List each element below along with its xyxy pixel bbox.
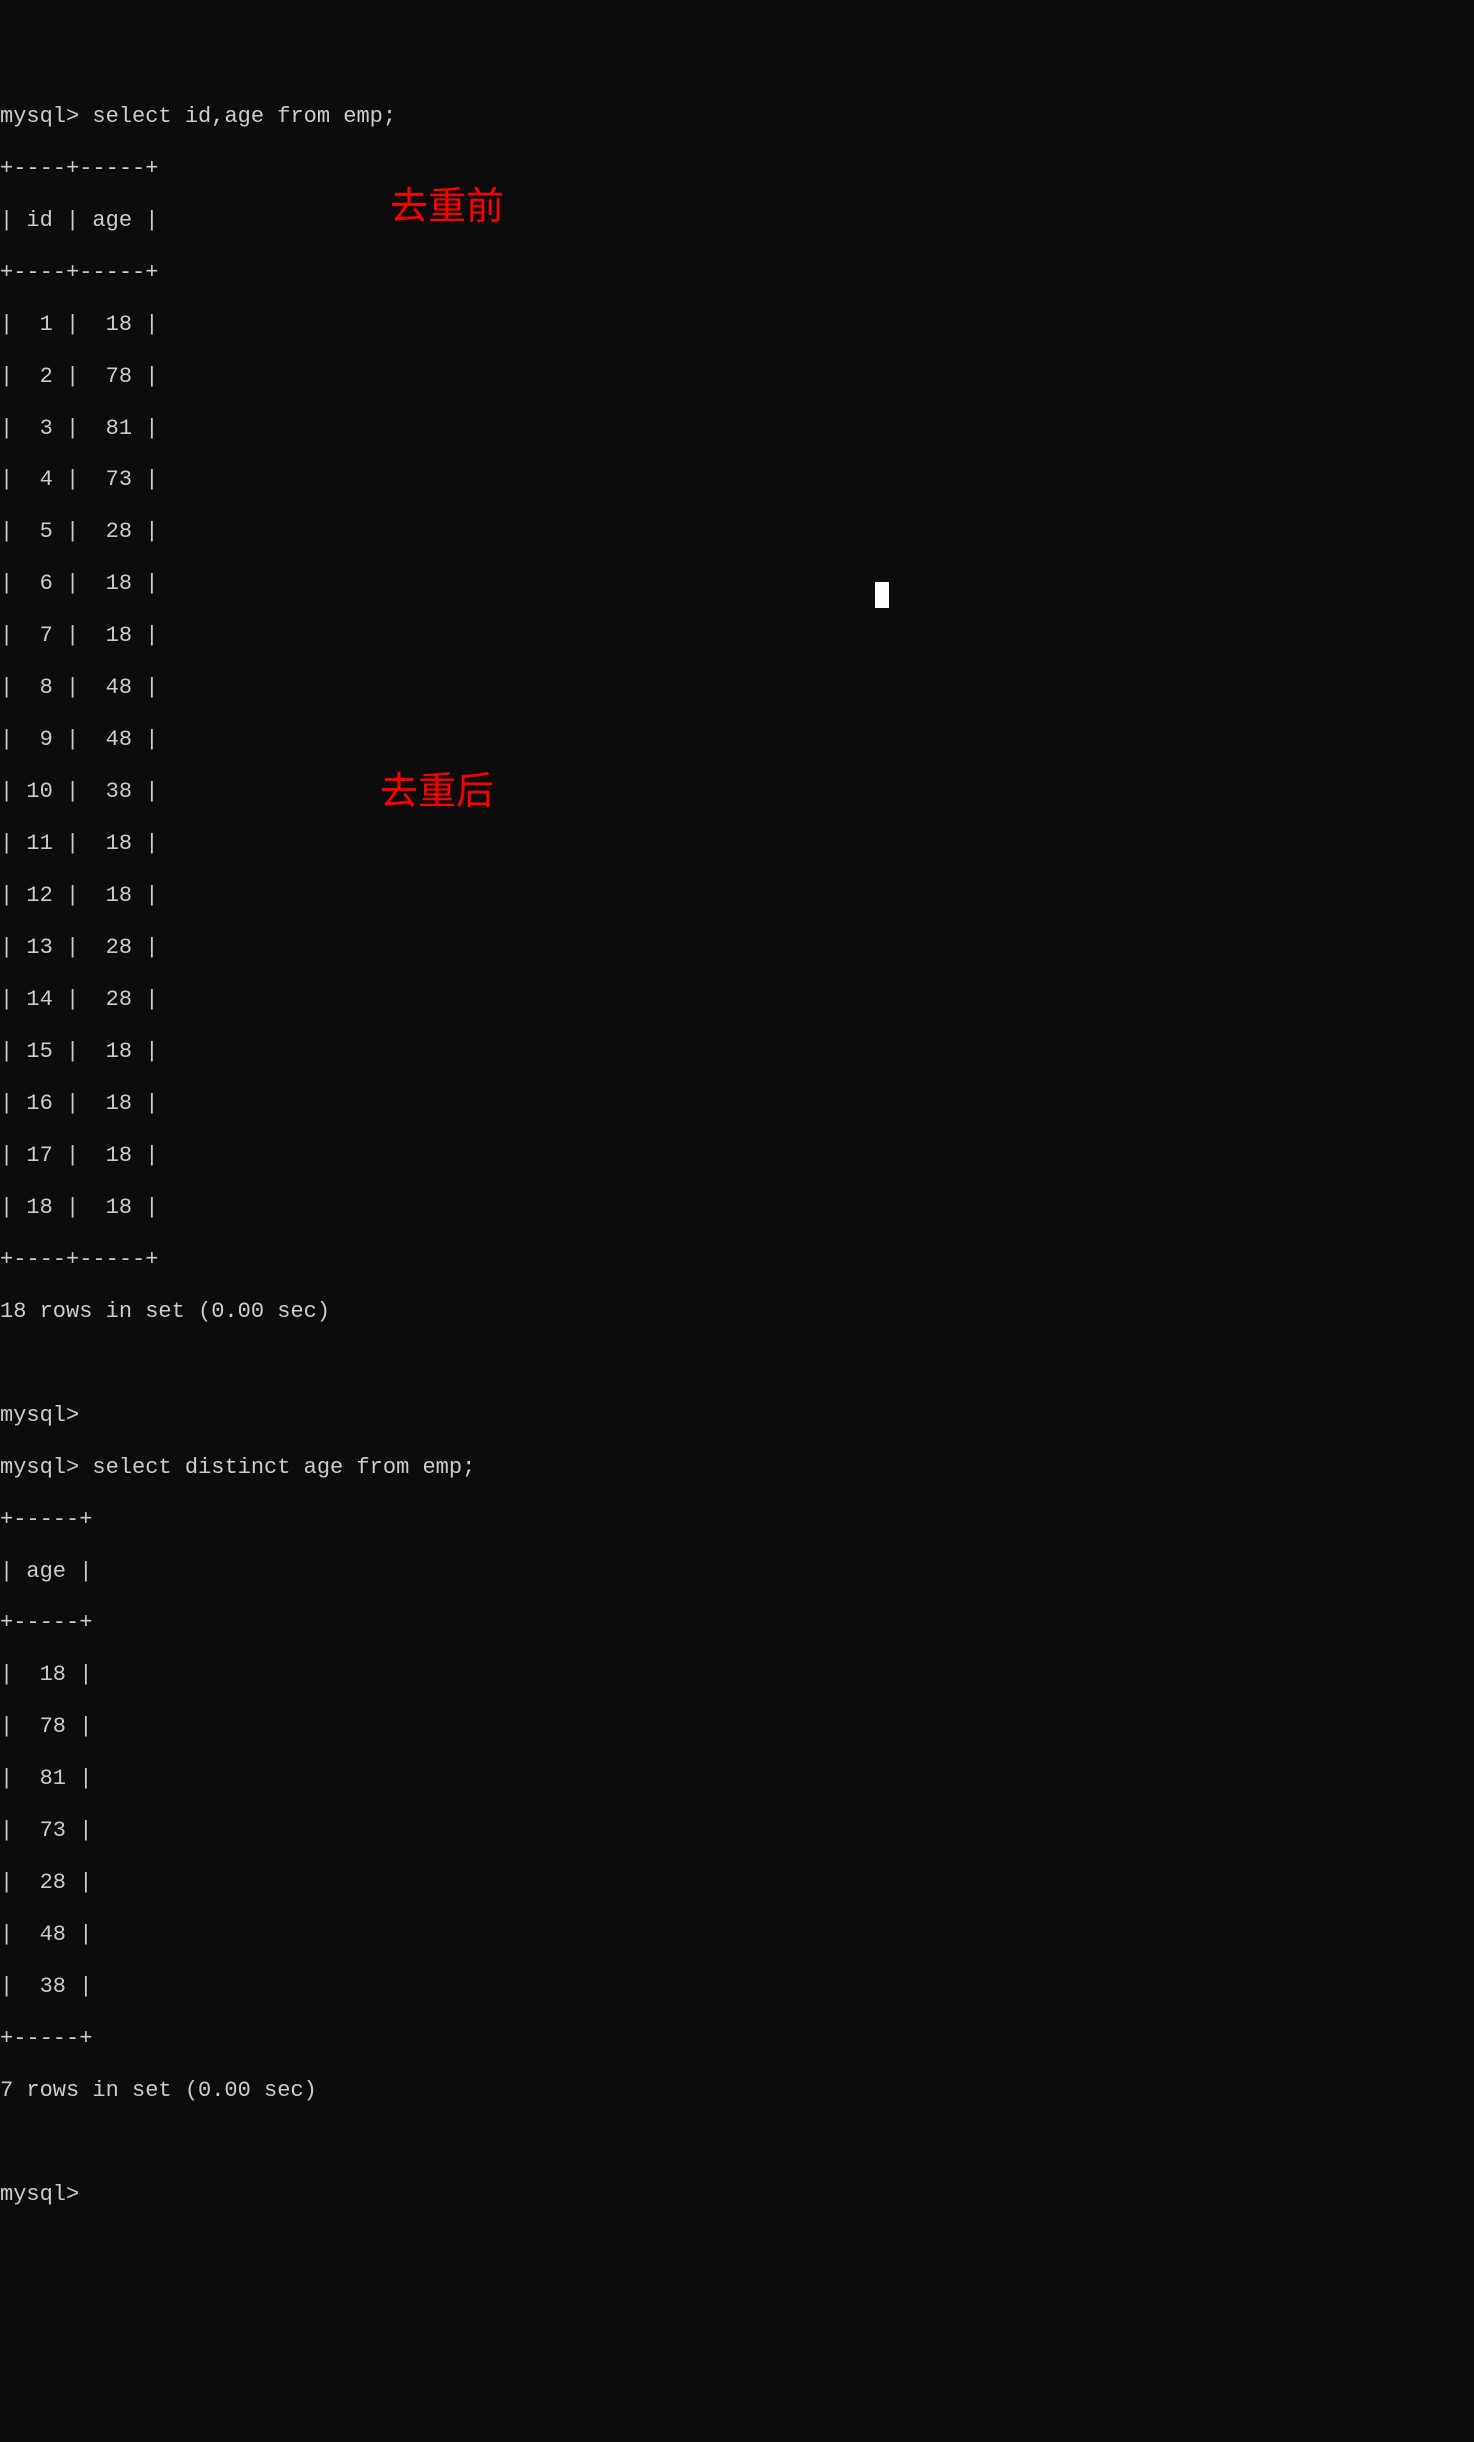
table-row: | 14 | 28 |: [0, 987, 1474, 1013]
table-row: | 78 |: [0, 1714, 1474, 1740]
terminal-cursor: [875, 582, 889, 608]
table-border: +----+-----+: [0, 260, 1474, 286]
table-row: | 18 | 18 |: [0, 1195, 1474, 1221]
mysql-prompt: mysql>: [0, 104, 79, 129]
blank-line: [0, 2130, 1474, 2156]
table-row: | 3 | 81 |: [0, 416, 1474, 442]
annotation-after-dedup: 去重后: [380, 770, 494, 815]
table-row: | 6 | 18 |: [0, 571, 1474, 597]
annotation-before-dedup: 去重前: [390, 185, 504, 230]
table-row: | 10 | 38 |: [0, 779, 1474, 805]
table-row: | 4 | 73 |: [0, 467, 1474, 493]
table-header: | id | age |: [0, 208, 1474, 234]
table-border: +----+-----+: [0, 156, 1474, 182]
table-border: +----+-----+: [0, 1247, 1474, 1273]
sql-query-2: select distinct age from emp;: [79, 1455, 475, 1480]
table-row: | 16 | 18 |: [0, 1091, 1474, 1117]
table-row: | 7 | 18 |: [0, 623, 1474, 649]
mysql-prompt-empty[interactable]: mysql>: [0, 1403, 1474, 1429]
table-row: | 81 |: [0, 1766, 1474, 1792]
table-row: | 17 | 18 |: [0, 1143, 1474, 1169]
result-summary: 7 rows in set (0.00 sec): [0, 2078, 1474, 2104]
table-border: +-----+: [0, 1507, 1474, 1533]
table-row: | 48 |: [0, 1922, 1474, 1948]
table-row: | 73 |: [0, 1818, 1474, 1844]
table-row: | 2 | 78 |: [0, 364, 1474, 390]
table-row: | 5 | 28 |: [0, 519, 1474, 545]
sql-prompt-line[interactable]: mysql> select id,age from emp;: [0, 104, 1474, 130]
table-header: | age |: [0, 1559, 1474, 1585]
result-summary: 18 rows in set (0.00 sec): [0, 1299, 1474, 1325]
table-row: | 13 | 28 |: [0, 935, 1474, 961]
table-row: | 8 | 48 |: [0, 675, 1474, 701]
table-border: +-----+: [0, 1610, 1474, 1636]
sql-prompt-line[interactable]: mysql> select distinct age from emp;: [0, 1455, 1474, 1481]
table-row: | 12 | 18 |: [0, 883, 1474, 909]
sql-query-1: select id,age from emp;: [79, 104, 396, 129]
table-row: | 11 | 18 |: [0, 831, 1474, 857]
table-row: | 38 |: [0, 1974, 1474, 2000]
table-row: | 15 | 18 |: [0, 1039, 1474, 1065]
table-row: | 1 | 18 |: [0, 312, 1474, 338]
blank-line: [0, 1351, 1474, 1377]
mysql-prompt-current[interactable]: mysql>: [0, 2182, 1474, 2208]
mysql-prompt: mysql>: [0, 1455, 79, 1480]
table-row: | 18 |: [0, 1662, 1474, 1688]
table-row: | 28 |: [0, 1870, 1474, 1896]
table-row: | 9 | 48 |: [0, 727, 1474, 753]
table-border: +-----+: [0, 2026, 1474, 2052]
